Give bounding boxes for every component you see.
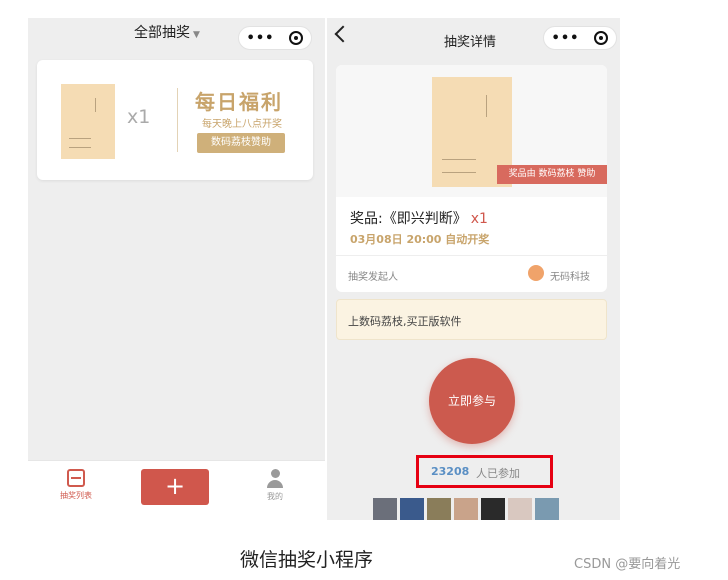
join-button[interactable]: 立即参与 [429,358,515,444]
avatar[interactable] [454,498,478,520]
tab-lottery-list[interactable]: 抽奖列表 [60,469,92,501]
sponsor-tag: 奖品由 数码荔枝 赞助 [497,165,607,184]
avatar[interactable] [427,498,451,520]
tab-me[interactable]: 我的 [260,469,290,502]
prize-image-area: 奖品由 数码荔枝 赞助 [336,65,607,197]
watermark: CSDN @要向着光 [574,557,681,572]
initiator-label: 抽奖发起人 [348,272,398,283]
miniprogram-capsule: ••• [238,26,312,50]
list-icon [67,469,85,487]
more-icon[interactable]: ••• [247,31,275,46]
daily-subtitle: 每天晚上八点开奖 [202,119,282,130]
prize-quantity: x1 [127,106,151,128]
avatar[interactable] [508,498,532,520]
notice-banner[interactable]: 上数码荔枝,买正版软件 [336,299,607,340]
prize-label: 奖品:《即兴判断》 [350,211,467,227]
prize-detail-card: 奖品由 数码荔枝 赞助 奖品:《即兴判断》 x1 03月08日 20:00 自动开… [336,65,607,292]
close-miniprogram-icon[interactable] [289,31,304,45]
close-miniprogram-icon[interactable] [594,31,609,45]
avatar[interactable] [400,498,424,520]
tab-lottery-list-label: 抽奖列表 [60,491,92,500]
participant-suffix: 人已参加 [476,467,520,480]
draw-time: 03月08日 20:00 自动开奖 [350,233,490,246]
notice-text: 上数码荔枝,买正版软件 [348,315,462,328]
lottery-detail-screen: 抽奖详情 ••• 奖品由 数码荔枝 赞助 奖品:《即兴判断》 x1 03月08日 … [327,18,620,520]
page-title: 抽奖详情 [444,35,497,50]
participant-avatars [373,498,559,520]
avatar[interactable] [481,498,505,520]
card-divider [177,88,178,152]
add-lottery-button[interactable]: + [141,469,209,505]
user-icon [270,469,280,478]
sponsor-logo-icon [528,265,544,281]
caret-down-icon: ▼ [193,30,200,40]
avatar[interactable] [535,498,559,520]
daily-welfare-title: 每日福利 [195,90,283,114]
miniprogram-capsule: ••• [543,26,617,50]
tab-me-label: 我的 [267,492,283,501]
prize-quantity: x1 [470,211,488,227]
lottery-card[interactable]: x1 每日福利 每天晚上八点开奖 数码荔枝赞助 [37,60,313,180]
figure-caption: 微信抽奖小程序 [240,549,374,571]
prize-thumbnail [61,84,115,159]
filter-label: 全部抽奖 [134,25,190,41]
tab-bar: 抽奖列表 + 我的 [28,460,325,520]
left-header: 全部抽奖 ▼ ••• [28,18,325,50]
sponsor-badge: 数码荔枝赞助 [197,133,285,153]
participant-count: 23208 [431,465,470,478]
filter-dropdown[interactable]: 全部抽奖 ▼ [134,22,200,42]
prize-name: 奖品:《即兴判断》 x1 [350,208,488,228]
initiator-name[interactable]: 无码科技 [550,268,590,283]
lottery-list-screen: 全部抽奖 ▼ ••• x1 每日福利 每天晚上八点开奖 数码荔枝赞助 抽奖列表 +… [28,18,325,520]
more-icon[interactable]: ••• [552,31,580,46]
avatar[interactable] [373,498,397,520]
back-icon[interactable] [334,25,352,43]
divider [336,255,607,256]
participant-count-highlight: 23208 人已参加 [416,455,553,488]
